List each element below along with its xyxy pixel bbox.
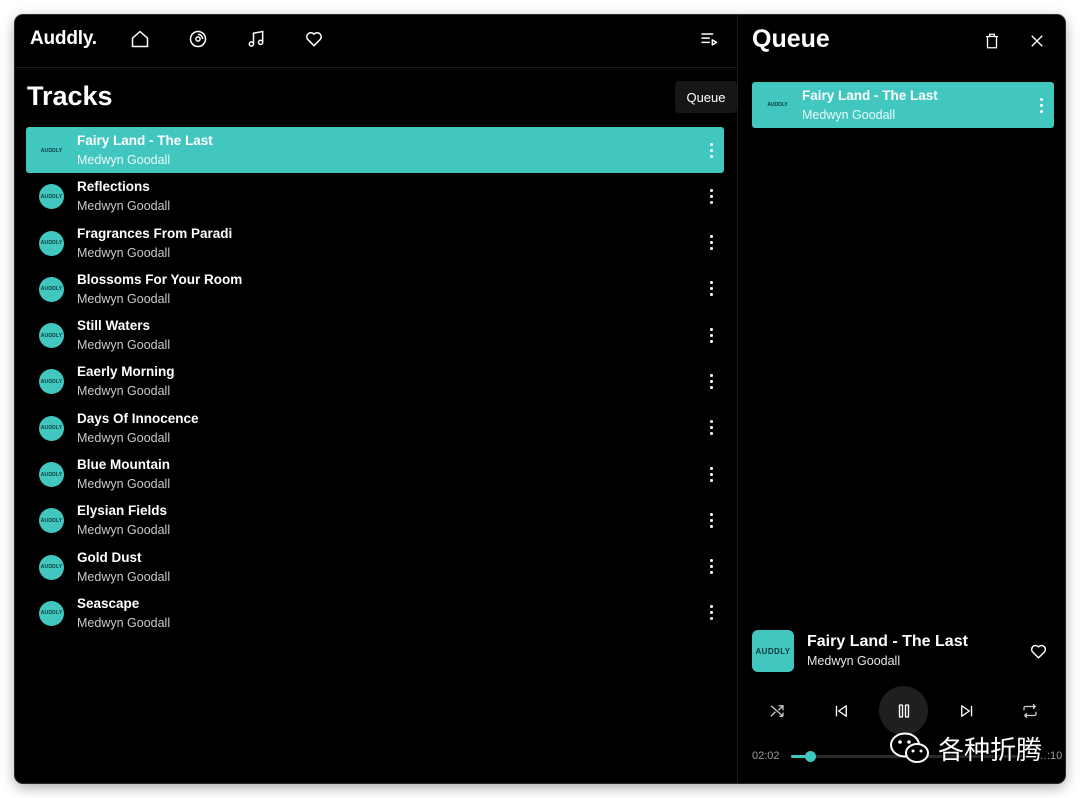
app-logo[interactable]: Auddly. bbox=[30, 28, 97, 50]
music-note-icon[interactable] bbox=[244, 27, 268, 51]
more-options-icon[interactable] bbox=[704, 600, 718, 626]
track-row[interactable]: AUDDLY Fairy Land - The Last Medwyn Goodal… bbox=[26, 127, 724, 174]
album-art: AUDDLY bbox=[39, 276, 64, 302]
track-row[interactable]: AUDDLY Eaerly Morning Medwyn Goodall bbox=[26, 358, 724, 404]
track-row[interactable]: AUDDLY Days Of Innocence Medwyn Goodall bbox=[26, 405, 724, 451]
track-artist: Medwyn Goodall bbox=[77, 291, 171, 306]
album-art: AUDDLY bbox=[39, 138, 64, 163]
queue-tooltip: Queue bbox=[675, 81, 737, 113]
more-options-icon[interactable] bbox=[704, 137, 718, 163]
track-row[interactable]: AUDDLY Still Waters Medwyn Goodall bbox=[26, 312, 724, 358]
app-window: Auddly. Queue Tracks AUDDLY Fairy Land - … bbox=[15, 15, 1065, 783]
track-row[interactable]: AUDDLY Gold Dust Medwyn Goodall bbox=[26, 544, 724, 590]
watermark: 各种折腾 bbox=[888, 728, 1042, 768]
track-row[interactable]: AUDDLY Blossoms For Your Room Medwyn Gooda… bbox=[26, 266, 724, 312]
track-artist: Medwyn Goodall bbox=[77, 384, 171, 399]
track-row[interactable]: AUDDLY Fragrances From Paradi Medwyn Gooda… bbox=[26, 220, 724, 266]
shuffle-icon[interactable] bbox=[764, 698, 790, 724]
track-title: Gold Dust bbox=[77, 549, 142, 565]
track-row[interactable]: AUDDLY Elysian Fields Medwyn Goodall bbox=[26, 497, 724, 543]
track-row[interactable]: AUDDLY Blue Mountain Medwyn Goodall bbox=[26, 451, 724, 497]
track-title: Blossoms For Your Room bbox=[77, 271, 243, 287]
track-row[interactable]: AUDDLY Reflections Medwyn Goodall bbox=[26, 173, 724, 219]
queue-item-title: Fairy Land - The Last bbox=[802, 88, 938, 103]
track-title: Days Of Innocence bbox=[77, 410, 199, 426]
more-options-icon[interactable] bbox=[704, 368, 718, 394]
more-options-icon[interactable] bbox=[704, 230, 718, 256]
album-art: AUDDLY bbox=[39, 369, 64, 395]
current-time: 02:02 bbox=[752, 750, 780, 762]
album-art: AUDDLY bbox=[39, 184, 64, 210]
queue-item[interactable]: AUDDLY Fairy Land - The Last Medwyn Good… bbox=[752, 82, 1054, 128]
queue-item-artist: Medwyn Goodall bbox=[802, 108, 896, 122]
page-title: Tracks bbox=[27, 81, 113, 111]
track-artist: Medwyn Goodall bbox=[77, 153, 171, 167]
queue-title: Queue bbox=[752, 25, 830, 53]
album-art: AUDDLY bbox=[39, 508, 64, 534]
now-playing-title: Fairy Land - The Last bbox=[807, 633, 968, 650]
track-title: Reflections bbox=[77, 179, 150, 195]
like-heart-icon[interactable] bbox=[1026, 639, 1050, 663]
queue-panel: Queue AUDDLY Fairy Land - The Last Medwy… bbox=[737, 15, 1065, 783]
track-artist: Medwyn Goodall bbox=[77, 523, 171, 538]
now-playing-artist: Medwyn Goodall bbox=[807, 654, 901, 668]
more-options-icon[interactable] bbox=[704, 276, 718, 302]
wechat-icon bbox=[890, 732, 929, 763]
album-art: AUDDLY bbox=[39, 600, 64, 626]
track-title: Seascape bbox=[77, 595, 140, 611]
more-options-icon[interactable] bbox=[704, 183, 718, 209]
watermark-text: 各种折腾 bbox=[938, 735, 1043, 766]
disc-icon[interactable] bbox=[186, 27, 210, 51]
home-icon[interactable] bbox=[128, 27, 152, 51]
track-artist: Medwyn Goodall bbox=[77, 199, 171, 214]
progress-knob[interactable] bbox=[805, 751, 817, 762]
track-artist: Medwyn Goodall bbox=[77, 569, 171, 584]
more-options-icon[interactable] bbox=[704, 507, 718, 533]
top-navbar: Auddly. bbox=[15, 15, 737, 68]
album-art: AUDDLY bbox=[39, 554, 64, 580]
more-options-icon[interactable] bbox=[1034, 92, 1048, 118]
close-icon[interactable] bbox=[1024, 28, 1050, 54]
more-options-icon[interactable] bbox=[704, 322, 718, 348]
queue-list-icon[interactable] bbox=[697, 27, 721, 51]
track-title: Elysian Fields bbox=[77, 503, 168, 519]
previous-icon[interactable] bbox=[828, 698, 854, 724]
album-art: AUDDLY bbox=[39, 323, 64, 349]
more-options-icon[interactable] bbox=[704, 415, 718, 441]
album-art: AUDDLY bbox=[39, 230, 64, 256]
track-artist: Medwyn Goodall bbox=[77, 477, 171, 492]
track-title: Still Waters bbox=[77, 318, 151, 334]
track-list: AUDDLY Fairy Land - The Last Medwyn Goodal… bbox=[26, 127, 724, 636]
album-art: AUDDLY bbox=[765, 92, 790, 117]
trash-icon[interactable] bbox=[979, 28, 1005, 54]
more-options-icon[interactable] bbox=[704, 461, 718, 487]
track-title: Eaerly Morning bbox=[77, 364, 175, 380]
track-title: Blue Mountain bbox=[77, 457, 170, 473]
more-options-icon[interactable] bbox=[704, 554, 718, 580]
album-art: AUDDLY bbox=[39, 462, 64, 488]
repeat-icon[interactable] bbox=[1017, 698, 1043, 724]
track-title: Fairy Land - The Last bbox=[77, 133, 213, 148]
track-artist: Medwyn Goodall bbox=[77, 245, 171, 260]
track-title: Fragrances From Paradi bbox=[77, 225, 233, 241]
heart-icon[interactable] bbox=[302, 27, 326, 51]
next-icon[interactable] bbox=[954, 698, 980, 724]
track-artist: Medwyn Goodall bbox=[77, 338, 171, 353]
album-art: AUDDLY bbox=[39, 415, 64, 441]
track-artist: Medwyn Goodall bbox=[77, 615, 171, 630]
track-row[interactable]: AUDDLY Seascape Medwyn Goodall bbox=[26, 590, 724, 636]
main-pane: Auddly. Queue Tracks AUDDLY Fairy Land - … bbox=[15, 15, 737, 783]
track-artist: Medwyn Goodall bbox=[77, 430, 171, 445]
now-playing-art: AUDDLY bbox=[752, 630, 794, 672]
